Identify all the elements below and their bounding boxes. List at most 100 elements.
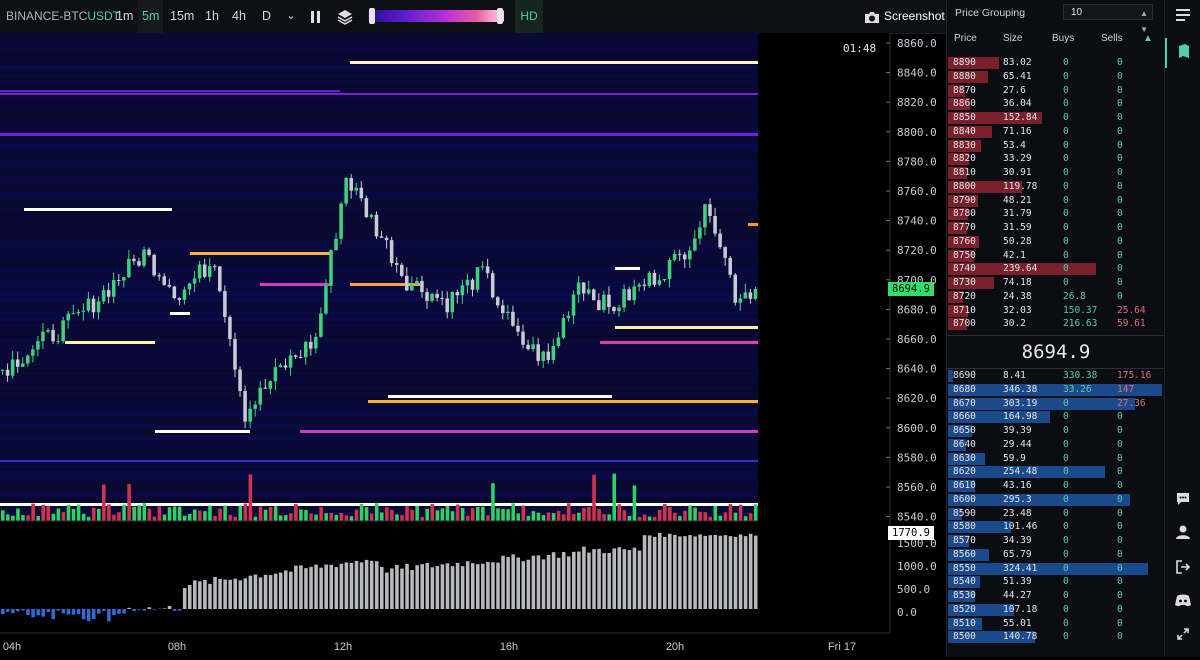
price-grouping-input[interactable]: 10▲▼ (1063, 4, 1153, 20)
trade-volume-bar (178, 507, 182, 521)
cell-price: 8820 (953, 152, 976, 166)
asks-row[interactable]: 8850152.8400 (947, 111, 1165, 125)
asks-row[interactable]: 871032.03150.3725.64 (947, 304, 1165, 318)
bids-row[interactable]: 865039.3900 (947, 424, 1165, 438)
delta-volume-bar (82, 609, 86, 619)
trade-volume-bar (744, 516, 748, 521)
sort-arrow-icon[interactable]: ▲ (1143, 33, 1153, 44)
asks-row[interactable]: 883053.400 (947, 139, 1165, 153)
asks-row[interactable]: 8740239.6400 (947, 262, 1165, 276)
camera-icon (864, 10, 880, 24)
discord-icon[interactable] (1165, 594, 1200, 610)
trade-volume-bar (163, 515, 167, 521)
timeframe-4h[interactable]: 4h (228, 0, 250, 33)
heatmap-band (0, 306, 758, 308)
asks-row[interactable]: 873074.1800 (947, 276, 1165, 290)
bids-row[interactable]: 8520107.1800 (947, 603, 1165, 617)
candle (643, 285, 647, 286)
bids-row[interactable]: 864029.4400 (947, 438, 1165, 452)
delta-volume-bar (567, 556, 571, 609)
timeframe-d[interactable]: D (258, 0, 275, 33)
candle (122, 277, 126, 280)
bids-row[interactable]: 8660164.9800 (947, 410, 1165, 424)
bids-row[interactable]: 8600295.300 (947, 493, 1165, 507)
heatmap-band (0, 126, 758, 128)
candle (294, 355, 298, 356)
asks-row[interactable]: 889083.0200 (947, 56, 1165, 70)
col-sells[interactable]: Sells (1101, 33, 1123, 44)
candle (733, 275, 737, 303)
asks-row[interactable]: 870030.2216.6359.61 (947, 317, 1165, 331)
user-icon[interactable] (1165, 525, 1200, 542)
asks-row[interactable]: 882033.2900 (947, 152, 1165, 166)
cell-price: 8840 (953, 125, 976, 139)
timeframe-15m[interactable]: 15m (166, 0, 198, 33)
bids-row[interactable]: 856065.7900 (947, 548, 1165, 562)
asks-row[interactable]: 881030.9100 (947, 166, 1165, 180)
asks-row[interactable]: 884071.1600 (947, 125, 1165, 139)
bids-row[interactable]: 851055.0100 (947, 617, 1165, 631)
layers-icon[interactable] (334, 0, 356, 33)
col-price[interactable]: Price (954, 33, 977, 44)
menu-icon[interactable] (1165, 8, 1200, 24)
asks-row[interactable]: 876050.2800 (947, 235, 1165, 249)
bids-row[interactable]: 854051.3900 (947, 575, 1165, 589)
cell-buys: 0 (1063, 207, 1069, 221)
asks-row[interactable]: 886036.0400 (947, 97, 1165, 111)
asks-row[interactable]: 875042.100 (947, 249, 1165, 263)
asks-row[interactable]: 872024.3826.80 (947, 290, 1165, 304)
bids-row[interactable]: 8500140.7800 (947, 630, 1165, 644)
bids-row[interactable]: 859023.4800 (947, 507, 1165, 521)
heatmap-chart[interactable]: 8860.08840.08820.08800.08780.08760.08740… (0, 33, 946, 657)
asks-row[interactable]: 888065.4100 (947, 70, 1165, 84)
delta-volume-bar (57, 609, 61, 611)
asks-row[interactable]: 877031.5900 (947, 221, 1165, 235)
bids-row[interactable]: 8680346.3833.26147 (947, 383, 1165, 397)
asks-row[interactable]: 879048.2100 (947, 194, 1165, 208)
bids-row[interactable]: 857034.3900 (947, 534, 1165, 548)
trade-volume-bar (254, 517, 258, 521)
heatmap-band (0, 156, 758, 158)
col-size[interactable]: Size (1003, 33, 1022, 44)
asks-row[interactable]: 878031.7900 (947, 207, 1165, 221)
delta-volume-bar (527, 560, 531, 609)
chart-panel[interactable]: 8860.08840.08820.08800.08780.08760.08740… (0, 33, 946, 657)
expand-icon[interactable] (1165, 627, 1200, 643)
bids-row[interactable]: 863059.900 (947, 452, 1165, 466)
slider-min-handle[interactable] (369, 8, 375, 24)
slider-max-handle[interactable] (497, 8, 503, 24)
book-icon[interactable] (1165, 38, 1200, 68)
screenshot-button[interactable]: Screenshot (864, 0, 945, 33)
asks-row[interactable]: 887027.600 (947, 84, 1165, 98)
candle (339, 204, 343, 239)
col-buys[interactable]: Buys (1052, 33, 1074, 44)
candle (739, 298, 743, 302)
delta-volume-bar (516, 558, 520, 609)
hd-toggle[interactable]: HD (515, 0, 543, 33)
chevron-down-icon[interactable]: ⌄ (284, 0, 298, 33)
symbol-selector[interactable]: BINANCE-BTCUSDT (6, 0, 120, 33)
asks-row[interactable]: 8800119.7800 (947, 180, 1165, 194)
bids-row[interactable]: 8620254.4800 (947, 465, 1165, 479)
bids-row[interactable]: 853044.2700 (947, 589, 1165, 603)
timeframe-1h[interactable]: 1h (201, 0, 223, 33)
logout-icon[interactable] (1165, 560, 1200, 577)
candle (238, 370, 242, 391)
heatmap-intensity-slider[interactable] (368, 10, 504, 22)
candle (253, 405, 257, 409)
delta-volume-bar (122, 609, 126, 614)
cell-price: 8830 (953, 139, 976, 153)
timeframe-5m[interactable]: 5m (138, 0, 163, 33)
candle (264, 388, 268, 389)
trade-volume-bar (92, 508, 96, 521)
timeframe-1m[interactable]: 1m (112, 0, 137, 33)
delta-volume-bar (431, 567, 435, 609)
bids-row[interactable]: 8580101.4600 (947, 520, 1165, 534)
bids-row[interactable]: 861043.1600 (947, 479, 1165, 493)
trade-volume-bar (223, 506, 227, 521)
bids-row[interactable]: 86908.41330.38175.16 (947, 369, 1165, 383)
bids-row[interactable]: 8550324.4100 (947, 562, 1165, 576)
bars-icon[interactable] (306, 0, 326, 33)
chat-icon[interactable] (1165, 492, 1200, 509)
bids-row[interactable]: 8670303.19027.36 (947, 397, 1165, 411)
